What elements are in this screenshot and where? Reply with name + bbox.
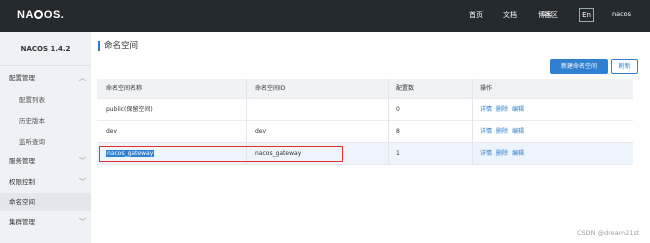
- highlight-annotation: [99, 146, 343, 162]
- nav-home[interactable]: 首页: [469, 10, 483, 20]
- user-menu[interactable]: nacos: [612, 10, 631, 18]
- detail-link[interactable]: 详情: [480, 150, 492, 157]
- page-title: 命名空间: [98, 41, 138, 51]
- chevron-up-icon: ︿: [79, 74, 86, 82]
- version-label: NACOS 1.4.2: [0, 32, 91, 66]
- delete-link[interactable]: 删除: [496, 150, 508, 157]
- language-toggle[interactable]: En: [579, 8, 594, 22]
- table-row: dev dev 8 详情 删除 编辑: [97, 121, 633, 143]
- delete-link[interactable]: 删除: [496, 106, 508, 113]
- main-content: 命名空间 新建命名空间 刷新 命名空间名称 命名空间ID 配置数 操作 publ…: [91, 32, 650, 243]
- watermark: CSDN @dream21st: [577, 229, 640, 237]
- sidebar-group-cluster[interactable]: 集群管理 ﹀: [0, 213, 91, 231]
- sidebar-item-config-list[interactable]: 配置列表: [0, 91, 91, 109]
- edit-link[interactable]: 编辑: [512, 106, 524, 113]
- table-header: 命名空间名称 命名空间ID 配置数 操作: [97, 79, 633, 99]
- sidebar-item-listener-query[interactable]: 监听查询: [0, 133, 91, 151]
- table-row: public(保留空间) 0 详情 删除 编辑: [97, 99, 633, 121]
- chevron-down-icon: ﹀: [79, 218, 86, 226]
- chevron-down-icon: ﹀: [79, 157, 86, 165]
- detail-link[interactable]: 详情: [480, 106, 492, 113]
- sidebar-group-config[interactable]: 配置管理 ︿: [0, 69, 91, 87]
- sidebar-group-auth[interactable]: 权限控制 ﹀: [0, 173, 91, 191]
- edit-link[interactable]: 编辑: [512, 150, 524, 157]
- edit-link[interactable]: 编辑: [512, 128, 524, 135]
- chevron-down-icon: ﹀: [79, 178, 86, 186]
- nav-docs[interactable]: 文档: [503, 10, 517, 20]
- new-namespace-button[interactable]: 新建命名空间: [550, 59, 608, 74]
- sidebar-item-history[interactable]: 历史版本: [0, 112, 91, 130]
- nacos-logo[interactable]: NA OS.: [17, 9, 64, 21]
- nav-community[interactable]: 社区: [544, 10, 558, 20]
- sidebar-item-namespace[interactable]: 命名空间: [0, 193, 91, 211]
- refresh-button[interactable]: 刷新: [611, 59, 638, 74]
- delete-link[interactable]: 删除: [496, 128, 508, 135]
- sidebar: NACOS 1.4.2 配置管理 ︿ 配置列表 历史版本 监听查询 服务管理 ﹀…: [0, 32, 91, 243]
- detail-link[interactable]: 详情: [480, 128, 492, 135]
- sidebar-group-service[interactable]: 服务管理 ﹀: [0, 152, 91, 170]
